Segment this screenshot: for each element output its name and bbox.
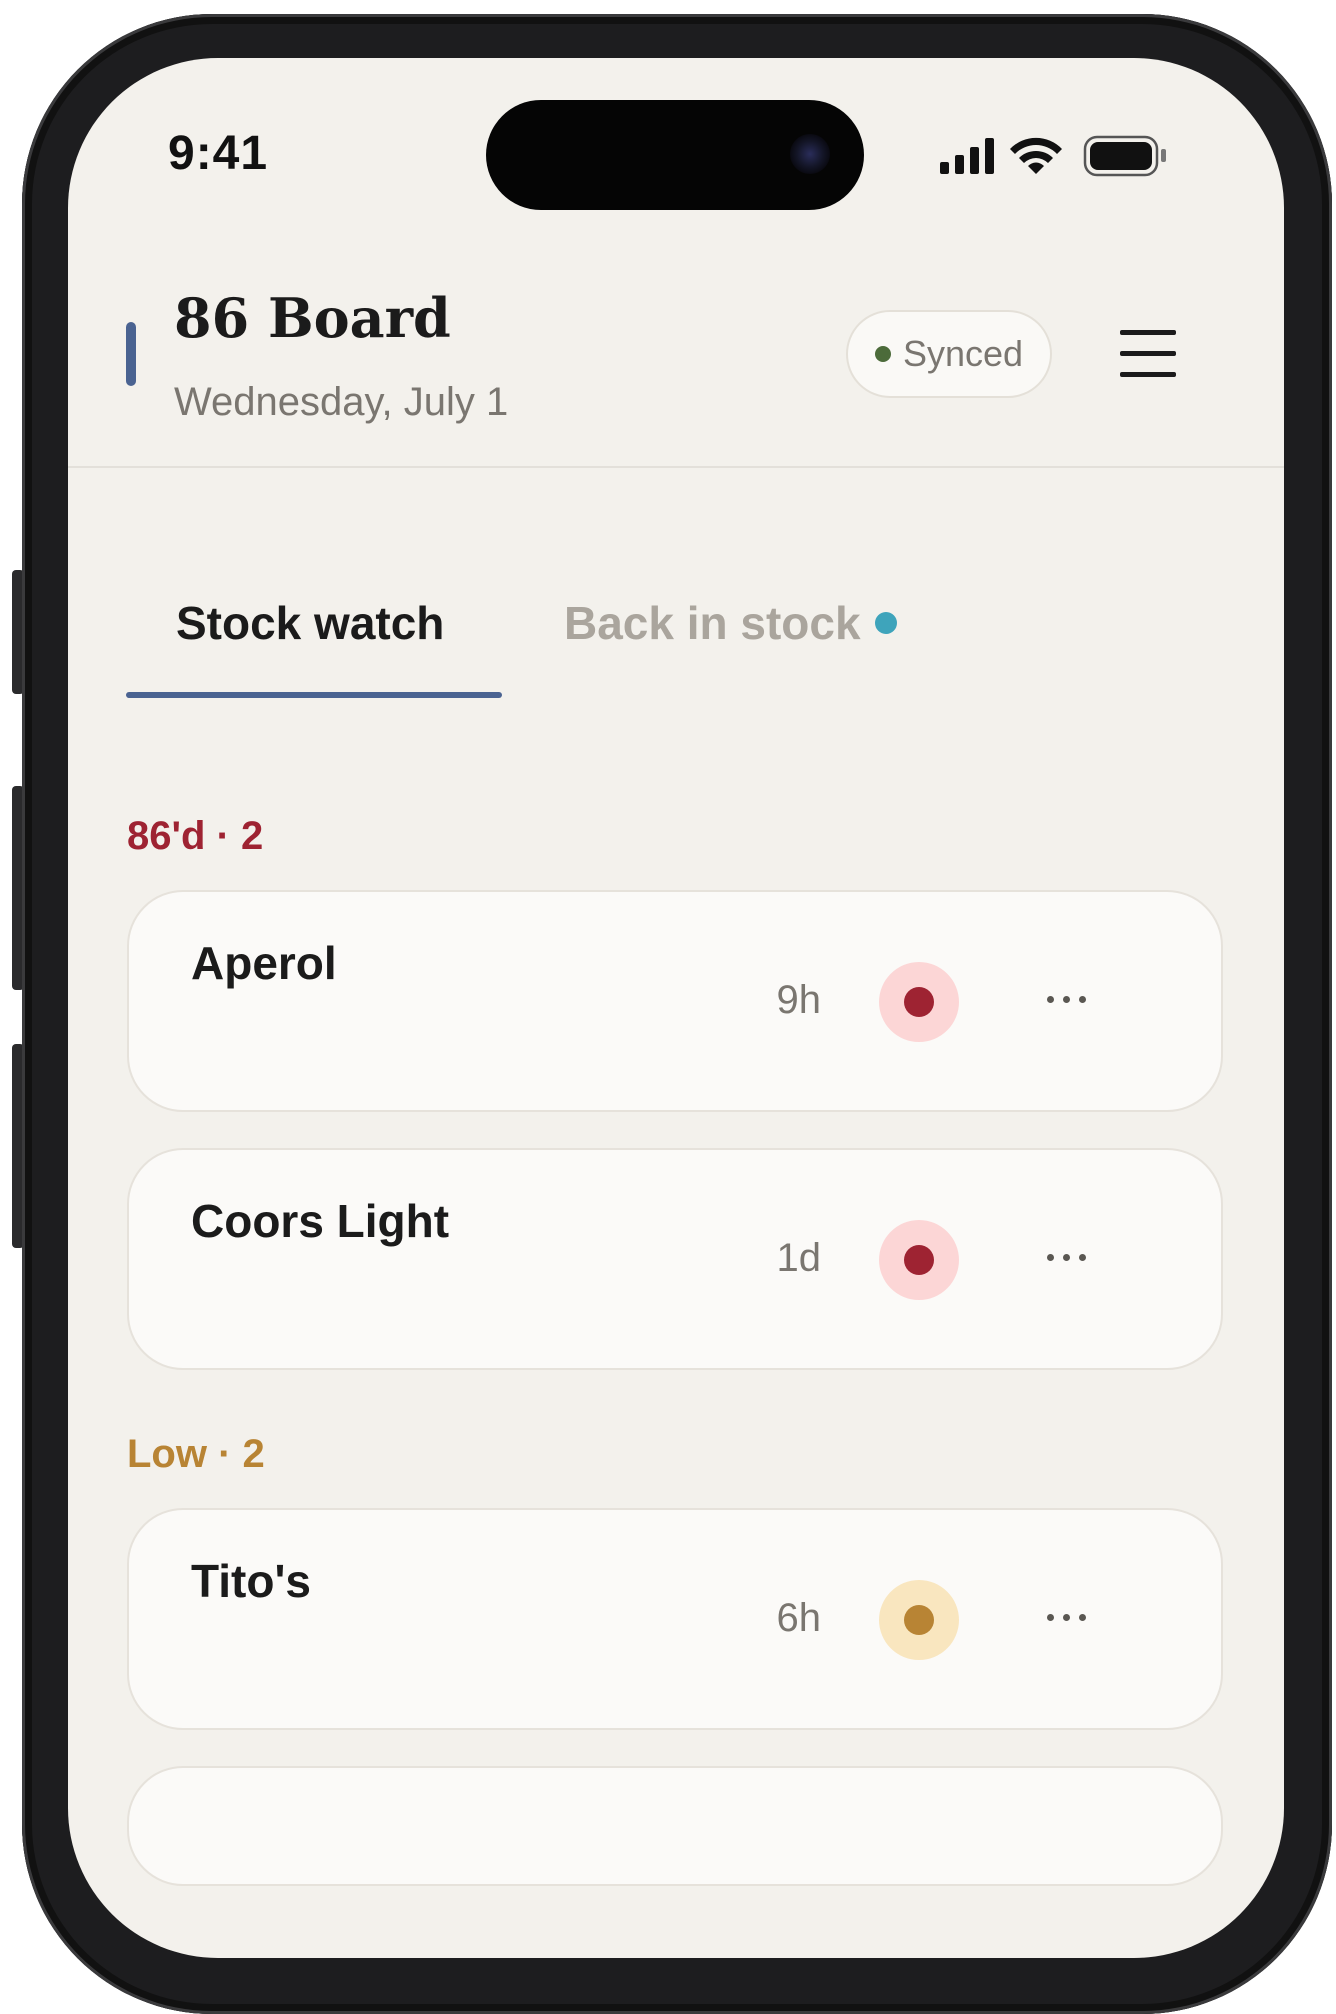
battery-icon [1083, 135, 1166, 177]
page-title: 86 Board [174, 286, 451, 350]
header-accent-bar [126, 322, 136, 386]
tab-back-in-stock[interactable]: Back in stock [564, 596, 897, 650]
page-date: Wednesday, July 1 [174, 380, 509, 424]
active-tab-indicator [126, 692, 502, 698]
sync-status-label: Synced [902, 333, 1024, 374]
cellular-signal-icon [940, 138, 994, 174]
notification-dot-icon [874, 612, 897, 634]
status-out-icon[interactable] [879, 962, 959, 1042]
tab-stock-watch[interactable]: Stock watch [176, 596, 444, 650]
status-icons [940, 134, 1180, 183]
list-item[interactable]: Coors Light 1d [127, 1148, 1223, 1370]
section-label-low: Low · 2 [127, 1432, 265, 1476]
hamburger-icon-line [1120, 351, 1176, 356]
status-low-icon[interactable] [879, 1580, 959, 1660]
item-name: Aperol [191, 937, 337, 989]
status-out-icon[interactable] [879, 1220, 959, 1300]
section-label-86d: 86'd · 2 [127, 814, 264, 858]
item-age: 9h [776, 978, 822, 1022]
item-name: Tito's [191, 1555, 311, 1607]
list-item-partial[interactable] [127, 1766, 1223, 1886]
tab-back-in-stock-label: Back in stock [564, 597, 861, 649]
sync-status-badge: Synced [846, 310, 1052, 398]
dynamic-island [486, 100, 864, 210]
list-item[interactable]: Tito's 6h [127, 1508, 1223, 1730]
hamburger-icon-line [1120, 372, 1176, 377]
status-time: 9:41 [168, 127, 269, 180]
list-item[interactable]: Aperol 9h [127, 890, 1223, 1112]
wifi-icon [1010, 137, 1062, 174]
item-age: 6h [776, 1596, 822, 1640]
sync-dot-icon [874, 346, 891, 362]
item-age: 1d [776, 1236, 822, 1280]
item-name: Coors Light [191, 1195, 450, 1247]
hamburger-icon-line [1120, 330, 1176, 335]
menu-button[interactable] [1120, 330, 1180, 380]
more-options-icon[interactable] [1047, 1614, 1086, 1621]
more-options-icon[interactable] [1047, 1254, 1086, 1261]
more-options-icon[interactable] [1047, 996, 1086, 1003]
camera-icon [790, 134, 830, 174]
header-divider [68, 466, 1284, 468]
